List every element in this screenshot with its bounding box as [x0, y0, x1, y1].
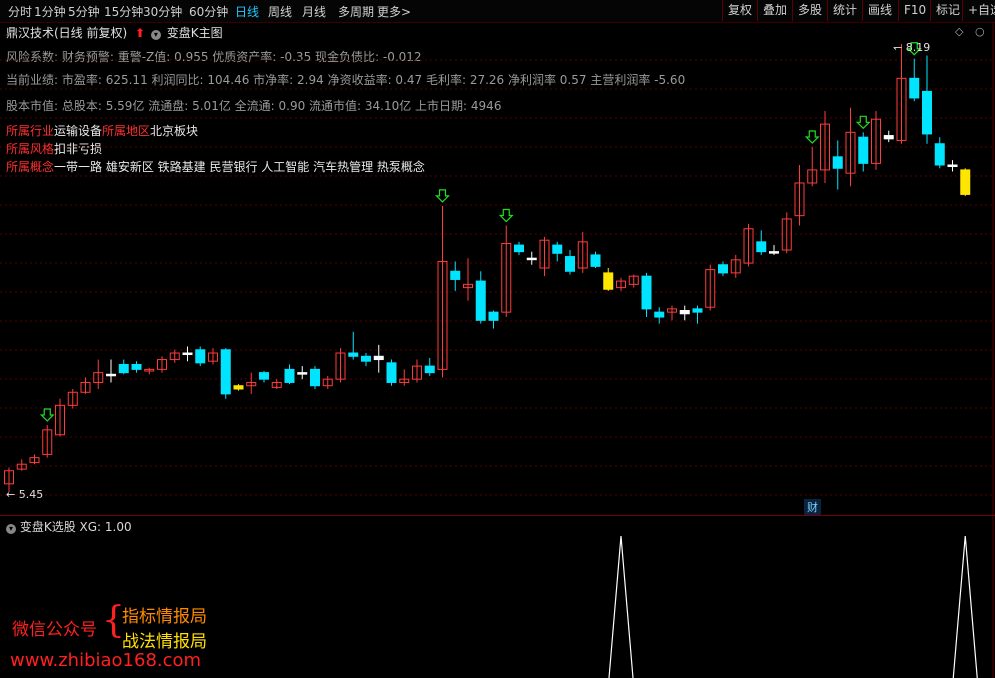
candlestick-chart[interactable] [0, 0, 995, 678]
candle-body [195, 349, 206, 364]
down-arrow-icon [39, 408, 55, 422]
finance-badge[interactable]: 财 [804, 499, 821, 515]
candle-body [718, 264, 728, 274]
candle-body [475, 280, 486, 321]
candle-body [934, 143, 945, 166]
candle-body [692, 308, 703, 313]
candle-body [590, 254, 601, 267]
xg-signal-spike [952, 535, 978, 678]
candle-body [450, 270, 461, 280]
candle-body [947, 164, 958, 167]
candle-body [565, 256, 575, 272]
candle-body [118, 363, 129, 374]
candle-body [386, 362, 397, 383]
candle-body [284, 368, 295, 383]
candle-body [603, 272, 614, 290]
candle-body [373, 355, 384, 361]
down-arrow-icon [855, 115, 871, 130]
watermark-url: www.zhibiao168.com [10, 650, 202, 671]
candle-body [526, 257, 537, 261]
down-arrow-icon [498, 208, 514, 223]
candle-body [769, 251, 779, 254]
low-price-value: 5.45 [18, 488, 44, 501]
candle-body [641, 275, 652, 310]
candle-body [424, 365, 435, 374]
sub-indicator-label[interactable]: 变盘K选股 XG: 1.00 [20, 520, 132, 534]
xg-signal-spike [608, 535, 634, 678]
low-price-label: ← 5.45 [6, 488, 44, 501]
down-arrow-icon [435, 189, 450, 203]
watermark-line1: 指标情报局 [122, 607, 207, 627]
high-price-value: 8.19 [905, 41, 931, 54]
panel-divider [0, 515, 995, 516]
sub-indicator-title: ▾ 变盘K选股 XG: 1.00 [6, 518, 132, 535]
candle-body [361, 355, 371, 362]
candle-body [679, 310, 690, 315]
high-price-label: ↽ 8.19 [893, 41, 931, 54]
candle-body [960, 169, 971, 195]
candle-body [131, 363, 142, 370]
candle-body [552, 244, 563, 254]
candle-body [514, 244, 524, 253]
candle-body [858, 136, 869, 164]
candle-body [654, 311, 665, 318]
watermark-line2: 战法情报局 [122, 632, 207, 652]
down-arrow-icon [804, 130, 820, 144]
candle-body [909, 77, 920, 99]
candle-body [259, 372, 269, 380]
candle-body [922, 90, 932, 135]
candle-body [310, 368, 320, 387]
sub-dropdown-icon[interactable]: ▾ [6, 524, 16, 534]
candle-body [106, 373, 116, 377]
candle-body [233, 385, 244, 390]
candle-body [182, 352, 193, 356]
watermark-wechat: 微信公众号 [12, 620, 97, 640]
candle-body [883, 135, 894, 140]
candle-body [756, 241, 767, 253]
candle-body [297, 372, 308, 375]
candle-body [220, 349, 231, 395]
candle-body [488, 311, 499, 321]
candle-body [832, 156, 843, 169]
candle-body [348, 352, 359, 357]
